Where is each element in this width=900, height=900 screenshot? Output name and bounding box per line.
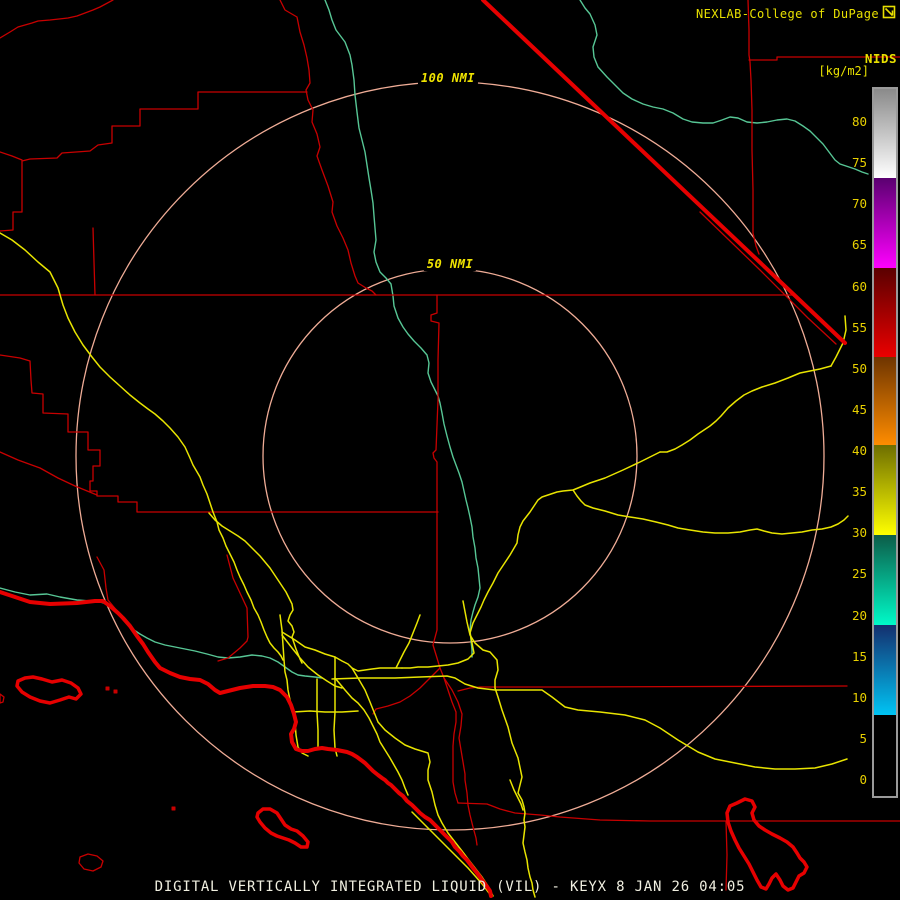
layer-highways — [0, 233, 848, 897]
layer-state-line-and-coast — [0, 0, 845, 896]
100-nmi-ring — [76, 82, 824, 830]
colorbar-segment-19-30 — [874, 535, 896, 625]
units-label: [kg/m2] — [818, 64, 869, 78]
colorbar-tick-label: 0 — [837, 772, 867, 788]
layer-island-dots — [106, 687, 175, 810]
colorbar-segment-30-41 — [874, 445, 896, 535]
colorbar-segment-62-73 — [874, 178, 896, 268]
colorbar — [872, 87, 898, 798]
colorbar-tick-label: 30 — [837, 525, 867, 541]
colorbar-segment-73+ — [874, 89, 896, 178]
layer-rivers — [0, 0, 868, 678]
external-link-icon — [882, 5, 897, 20]
range-ring-label: 50 NMI — [424, 257, 476, 271]
radar-viewer: NEXLAB-College of DuPage NIDS [kg/m2] DI… — [0, 0, 900, 900]
colorbar-segments — [874, 89, 896, 796]
colorbar-segment-0-8 — [874, 715, 896, 796]
colorbar-tick-label: 65 — [837, 237, 867, 253]
colorbar-segment-51-62 — [874, 268, 896, 357]
radar-map — [0, 0, 900, 900]
colorbar-tick-label: 50 — [837, 361, 867, 377]
colorbar-tick-label: 70 — [837, 196, 867, 212]
colorbar-segment-8-19 — [874, 625, 896, 715]
layer-islands-thin — [0, 694, 103, 871]
brand-text: NEXLAB-College of DuPage — [696, 7, 879, 21]
colorbar-tick-label: 5 — [837, 731, 867, 747]
colorbar-tick-label: 25 — [837, 566, 867, 582]
50-nmi-ring — [263, 269, 637, 643]
product-title: DIGITAL VERTICALLY INTEGRATED LIQUID (VI… — [0, 879, 900, 895]
colorbar-tick-label: 40 — [837, 443, 867, 459]
colorbar-tick-label: 15 — [837, 649, 867, 665]
colorbar-tick-label: 35 — [837, 484, 867, 500]
colorbar-tick-label: 75 — [837, 155, 867, 171]
nids-label: NIDS — [865, 51, 897, 66]
colorbar-tick-label: 55 — [837, 320, 867, 336]
colorbar-tick-label: 20 — [837, 608, 867, 624]
layer-islands-thick — [17, 677, 807, 890]
colorbar-tick-label: 80 — [837, 114, 867, 130]
range-ring-label: 100 NMI — [418, 71, 478, 85]
colorbar-tick-label: 45 — [837, 402, 867, 418]
colorbar-segment-41-51 — [874, 357, 896, 445]
colorbar-tick-label: 60 — [837, 279, 867, 295]
colorbar-tick-label: 10 — [837, 690, 867, 706]
